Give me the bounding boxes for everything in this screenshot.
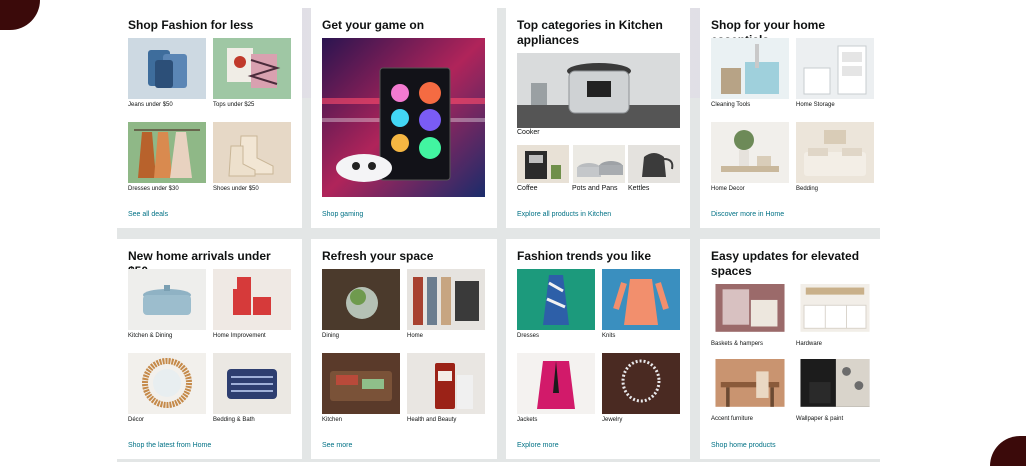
dutch-oven-image <box>128 269 206 330</box>
card-elevated-spaces: Easy updates for elevated spaces Baskets… <box>700 239 880 459</box>
tops-image <box>213 38 291 99</box>
card-title: Top categories in Kitchen appliances <box>517 18 663 47</box>
mirror-image <box>128 353 206 414</box>
card-title: Get your game on <box>322 18 425 32</box>
tile-kitchen[interactable]: Kitchen <box>322 353 400 423</box>
pillow-image <box>213 353 291 414</box>
jeans-image <box>128 38 206 99</box>
hardware-image <box>800 284 870 332</box>
kettles-caption: Kettles <box>628 185 650 192</box>
tile-dresses[interactable]: Dresses under $30 <box>128 122 206 192</box>
card-home-arrivals: New home arrivals under $50 Kitchen & Di… <box>117 239 302 459</box>
pots-and-pans-image[interactable] <box>573 145 625 183</box>
tile-trend-dresses[interactable]: Dresses <box>517 269 595 339</box>
cooker-image[interactable] <box>517 53 680 128</box>
discover-home-link[interactable]: Discover more in Home <box>711 211 784 218</box>
card-fashion-trends: Fashion trends you like Dresses Knits Ja… <box>506 239 690 459</box>
tile-cleaning-tools[interactable]: Cleaning Tools <box>711 38 789 108</box>
tile-home-improvement[interactable]: Home Improvement <box>213 269 291 339</box>
card-title: Refresh your space <box>322 249 434 263</box>
tile-health-beauty[interactable]: Health and Beauty <box>407 353 485 423</box>
tile-bedding-bath[interactable]: Bedding & Bath <box>213 353 291 423</box>
card-game: Get your game on Shop gaming <box>311 8 497 228</box>
explore-more-link[interactable]: Explore more <box>517 442 559 449</box>
shop-home-products-link[interactable]: Shop home products <box>711 442 776 449</box>
wallpaper-image <box>800 359 870 407</box>
tile-dining[interactable]: Dining <box>322 269 400 339</box>
bedding-image <box>796 122 874 183</box>
jewelry-image <box>602 353 680 414</box>
kitchen-food-image <box>322 353 400 414</box>
beauty-bottle-image <box>407 353 485 414</box>
card-title: Easy updates for elevated spaces <box>711 249 860 278</box>
tile-home[interactable]: Home <box>407 269 485 339</box>
shoes-image <box>213 122 291 183</box>
see-all-deals-link[interactable]: See all deals <box>128 211 168 218</box>
shop-latest-home-link[interactable]: Shop the latest from Home <box>128 442 211 449</box>
coffee-image[interactable] <box>517 145 569 183</box>
home-decor-image <box>711 122 789 183</box>
kettles-image[interactable] <box>628 145 680 183</box>
tile-hardware[interactable]: Hardware <box>796 284 874 347</box>
jacket-image <box>517 353 595 414</box>
corner-decoration <box>990 436 1026 466</box>
paint-cans-image <box>213 269 291 330</box>
card-home-essentials: Shop for your home essentials Cleaning T… <box>700 8 880 228</box>
pots-caption: Pots and Pans <box>572 185 618 192</box>
cleaning-tools-image <box>711 38 789 99</box>
tile-baskets[interactable]: Baskets & hampers <box>711 284 789 347</box>
shop-gaming-link[interactable]: Shop gaming <box>322 211 363 218</box>
cooker-caption: Cooker <box>517 129 540 136</box>
explore-kitchen-link[interactable]: Explore all products in Kitchen <box>517 211 611 218</box>
coffee-caption: Coffee <box>517 185 538 192</box>
tile-wallpaper-paint[interactable]: Wallpaper & paint <box>796 359 874 422</box>
tile-knits[interactable]: Knits <box>602 269 680 339</box>
tile-tops[interactable]: Tops under $25 <box>213 38 291 108</box>
home-towels-image <box>407 269 485 330</box>
tile-decor[interactable]: Décor <box>128 353 206 423</box>
card-refresh-space: Refresh your space Dining Home Kitchen H… <box>311 239 497 459</box>
tile-shoes[interactable]: Shoes under $50 <box>213 122 291 192</box>
tile-accent-furniture[interactable]: Accent furniture <box>711 359 789 422</box>
tile-jeans[interactable]: Jeans under $50 <box>128 38 206 108</box>
dresses-image <box>128 122 206 183</box>
tile-kitchen-dining[interactable]: Kitchen & Dining <box>128 269 206 339</box>
gaming-pc-image[interactable] <box>322 38 485 197</box>
card-kitchen: Top categories in Kitchen appliances Coo… <box>506 8 690 228</box>
tile-bedding[interactable]: Bedding <box>796 122 874 192</box>
corner-decoration <box>0 0 40 30</box>
accent-furniture-image <box>715 359 785 407</box>
tile-jewelry[interactable]: Jewelry <box>602 353 680 423</box>
card-title: Fashion trends you like <box>517 249 652 263</box>
knits-image <box>602 269 680 330</box>
tile-jackets[interactable]: Jackets <box>517 353 595 423</box>
tile-home-decor[interactable]: Home Decor <box>711 122 789 192</box>
card-shop-fashion: Shop Fashion for less Jeans under $50 To… <box>117 8 302 228</box>
trend-dress-image <box>517 269 595 330</box>
dining-image <box>322 269 400 330</box>
tile-home-storage[interactable]: Home Storage <box>796 38 874 108</box>
home-storage-image <box>796 38 874 99</box>
card-title: Shop Fashion for less <box>128 18 254 32</box>
see-more-link[interactable]: See more <box>322 442 352 449</box>
baskets-image <box>715 284 785 332</box>
